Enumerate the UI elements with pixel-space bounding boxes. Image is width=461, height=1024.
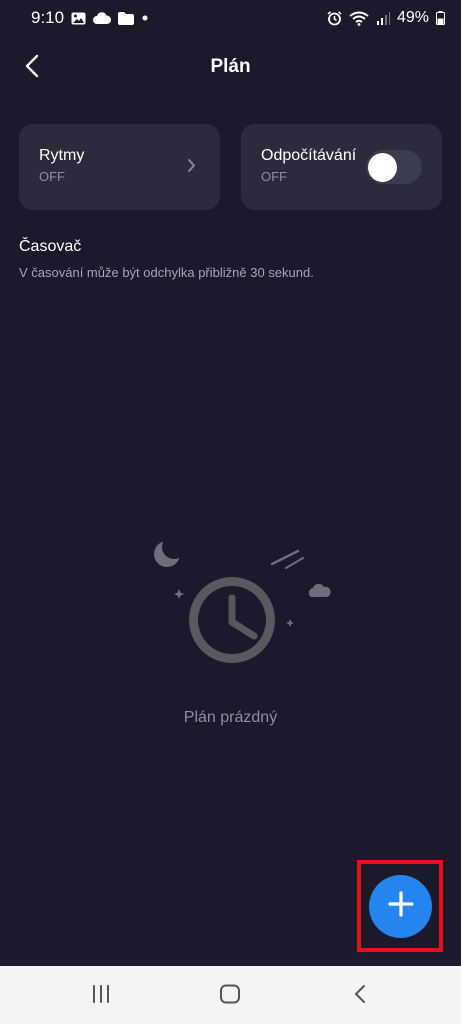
timer-section-note: V časování může být odchylka přibližně 3… [19, 265, 314, 280]
rhythms-title: Rytmy [39, 147, 85, 164]
signal-icon [376, 11, 390, 25]
timer-section-title: Časovač [19, 238, 82, 255]
system-back-button[interactable] [345, 981, 375, 1011]
countdown-toggle[interactable] [366, 150, 422, 184]
system-navigation-bar [0, 966, 461, 1024]
status-time: 9:10 [31, 8, 65, 27]
rhythms-card[interactable]: Rytmy OFF [19, 124, 220, 210]
dot-icon [141, 14, 149, 22]
shooting-star-icon [270, 549, 304, 569]
page-title: Plán [210, 56, 251, 77]
clock-icon [189, 577, 275, 663]
battery-percent: 49% [396, 9, 429, 26]
toggle-knob [368, 153, 397, 182]
countdown-card: Odpočítávání OFF [241, 124, 442, 210]
chevron-right-icon [187, 158, 196, 178]
home-icon [219, 984, 241, 1009]
countdown-status: OFF [261, 169, 287, 184]
back-icon [354, 984, 366, 1009]
rhythms-status: OFF [39, 169, 65, 184]
folder-icon [118, 11, 135, 25]
recents-button[interactable] [86, 981, 116, 1011]
empty-state-text: Plán prázdný [183, 709, 278, 726]
alarm-icon [327, 10, 342, 26]
wifi-icon [349, 11, 369, 26]
battery-icon [436, 11, 445, 25]
recents-icon [91, 984, 111, 1008]
cloud-icon [93, 12, 112, 24]
status-bar-right: 49% [327, 9, 445, 27]
moon-icon [154, 535, 186, 567]
empty-state-illustration [150, 535, 340, 680]
status-bar: 9:10 49% [0, 0, 461, 36]
plus-icon [387, 891, 414, 922]
home-button[interactable] [215, 981, 245, 1011]
countdown-title: Odpočítávání [261, 147, 357, 164]
status-bar-left: 9:10 [31, 8, 149, 28]
gallery-icon [71, 12, 86, 25]
top-app-bar: Plán [0, 40, 461, 96]
cloud-decoration-icon [308, 583, 331, 597]
add-schedule-button[interactable] [369, 875, 432, 938]
